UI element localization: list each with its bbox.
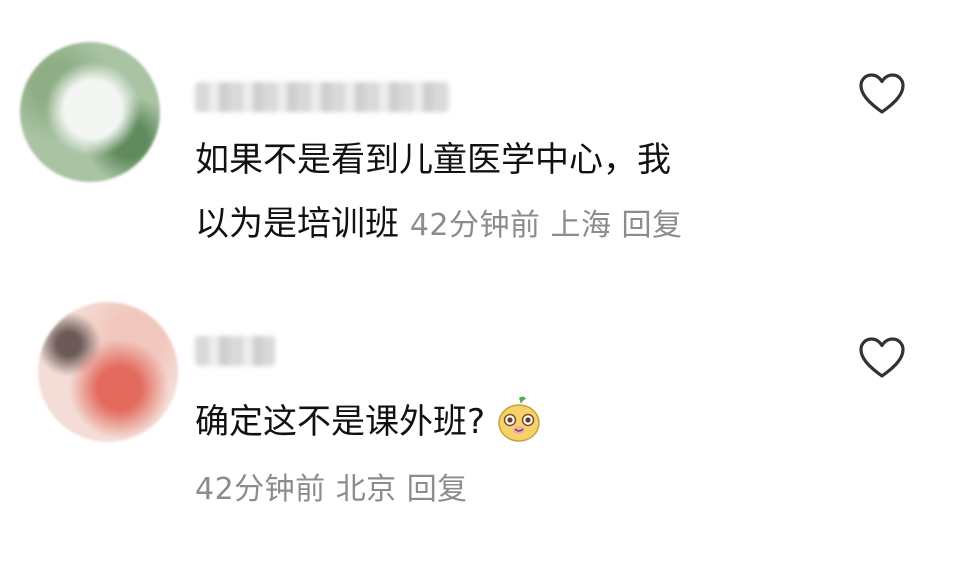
comment-text-content: 确定这不是课外班? [195,402,486,442]
avatar[interactable] [20,42,160,182]
username-blurred[interactable] [195,82,450,112]
reply-button[interactable]: 回复 [622,208,683,243]
smiling-face-emoji-icon [498,396,540,442]
comment-text-line-2: 以为是培训班 42分钟前 上海 回复 [195,192,815,258]
comment-item: 如果不是看到儿童医学中心，我 以为是培训班 42分钟前 上海 回复 [0,0,960,282]
comment-text: 确定这不是课外班? [195,390,543,454]
heart-outline-icon[interactable] [858,336,906,380]
comment-item: 确定这不是课外班? 42分钟前 北京 回复 [0,282,960,564]
reply-button[interactable]: 回复 [407,472,468,507]
comment-meta: 42分钟前 上海 回复 [410,208,693,243]
comment-text-line-2-content: 以为是培训班 [195,204,399,244]
username-blurred[interactable] [195,336,275,366]
comment-meta: 42分钟前 北京 回复 [195,466,478,514]
comment-text: 如果不是看到儿童医学中心，我 以为是培训班 42分钟前 上海 回复 [195,128,815,258]
heart-outline-icon[interactable] [858,72,906,116]
comment-time: 42分钟前 [409,208,541,243]
avatar[interactable] [38,302,178,442]
comment-time: 42分钟前 [195,472,326,507]
comment-location: 北京 [335,472,397,507]
comment-location: 上海 [550,208,612,243]
comment-text-line-1: 如果不是看到儿童医学中心，我 [195,140,671,180]
